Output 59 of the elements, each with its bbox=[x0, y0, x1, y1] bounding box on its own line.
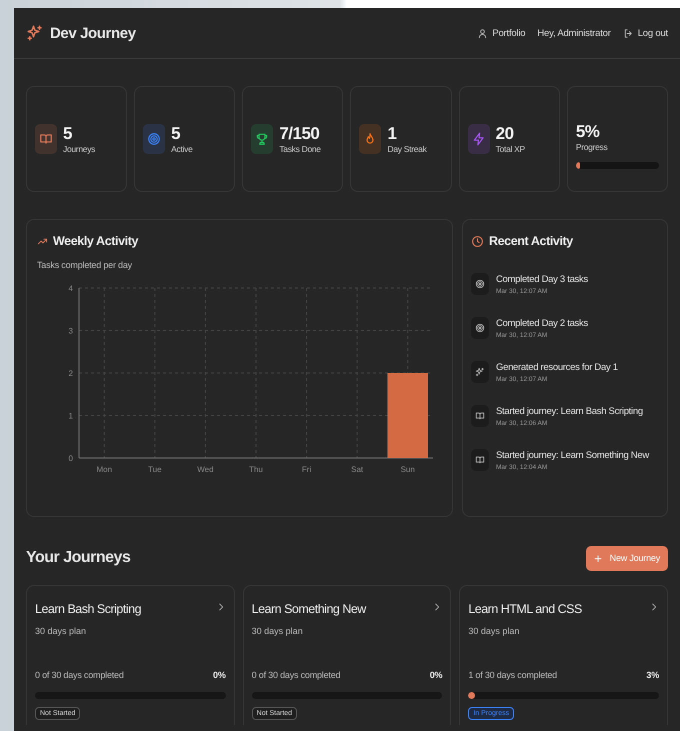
progress-text: 0 of 30 days completed bbox=[35, 670, 124, 680]
stat-label: Active bbox=[171, 144, 194, 154]
target-icon bbox=[475, 323, 485, 333]
x-tick-label: Mon bbox=[96, 465, 112, 474]
activity-text: Generated resources for Day 1 bbox=[496, 362, 618, 372]
stat-label: Journeys bbox=[63, 144, 96, 154]
x-tick-label: Thu bbox=[249, 465, 263, 474]
target-icon bbox=[475, 279, 485, 289]
stat-value: 5 bbox=[63, 124, 73, 144]
activity-text: Completed Day 3 tasks bbox=[496, 274, 588, 284]
x-tick-label: Sun bbox=[400, 465, 415, 474]
y-tick-label: 4 bbox=[68, 284, 73, 293]
stat-value: 5 bbox=[171, 124, 182, 144]
book-icon bbox=[475, 455, 485, 465]
progress-text: 1 of 30 days completed bbox=[468, 670, 557, 680]
journey-title: Learn HTML and CSS bbox=[468, 602, 582, 616]
x-tick-label: Tue bbox=[148, 465, 162, 474]
stat-label: Total XP bbox=[496, 144, 526, 154]
journey-plan: 30 days plan bbox=[468, 626, 520, 636]
activity-text: Started journey: Learn Something New bbox=[496, 450, 649, 460]
stat-label: Tasks Done bbox=[279, 144, 322, 154]
activity-text: Completed Day 2 tasks bbox=[496, 318, 588, 328]
panel-title: Recent Activity bbox=[489, 234, 573, 248]
y-tick-label: 0 bbox=[68, 454, 73, 463]
journey-plan: 30 days plan bbox=[35, 626, 88, 636]
stat-value: 20 bbox=[496, 124, 515, 144]
y-tick-label: 3 bbox=[68, 326, 73, 336]
progress-text: 0 of 30 days completed bbox=[252, 670, 340, 680]
progress-percent: 3% bbox=[646, 670, 659, 680]
logout-icon bbox=[622, 28, 634, 38]
brand-name[interactable]: Dev Journey bbox=[50, 24, 136, 42]
journey-title: Learn Bash Scripting bbox=[35, 602, 142, 616]
person-icon bbox=[477, 28, 488, 38]
stat-value: 5% bbox=[576, 122, 600, 142]
section-title: Your Journeys bbox=[26, 549, 130, 567]
panel-title: Weekly Activity bbox=[53, 234, 138, 248]
panel-subtitle: Tasks completed per day bbox=[37, 260, 133, 270]
y-tick-label: 1 bbox=[68, 412, 73, 420]
stat-value: 1 bbox=[387, 124, 398, 144]
progress-percent: 0% bbox=[213, 670, 226, 680]
book-icon bbox=[475, 411, 485, 421]
x-tick-label: Sat bbox=[351, 465, 364, 474]
portfolio-link[interactable]: Portfolio bbox=[477, 28, 526, 38]
stat-label: Progress bbox=[576, 142, 608, 152]
journey-plan: 30 days plan bbox=[252, 626, 304, 636]
progress-percent: 0% bbox=[430, 670, 442, 680]
stat-label: Day Streak bbox=[387, 144, 428, 154]
y-tick-label: 2 bbox=[68, 369, 73, 378]
stat-value: 7/150 bbox=[279, 124, 320, 144]
activity-text: Started journey: Learn Bash Scripting bbox=[496, 406, 643, 416]
journey-title: Learn Something New bbox=[252, 602, 366, 616]
x-tick-label: Wed bbox=[197, 465, 214, 474]
sparkle-icon bbox=[475, 367, 485, 377]
logout-link[interactable]: Log out bbox=[622, 28, 668, 38]
clock-icon bbox=[471, 234, 484, 248]
sparkle-icon bbox=[26, 24, 44, 42]
greeting-text[interactable]: Hey, Administrator bbox=[537, 28, 611, 38]
trend-up-icon bbox=[37, 236, 48, 246]
x-tick-label: Fri bbox=[302, 465, 312, 474]
